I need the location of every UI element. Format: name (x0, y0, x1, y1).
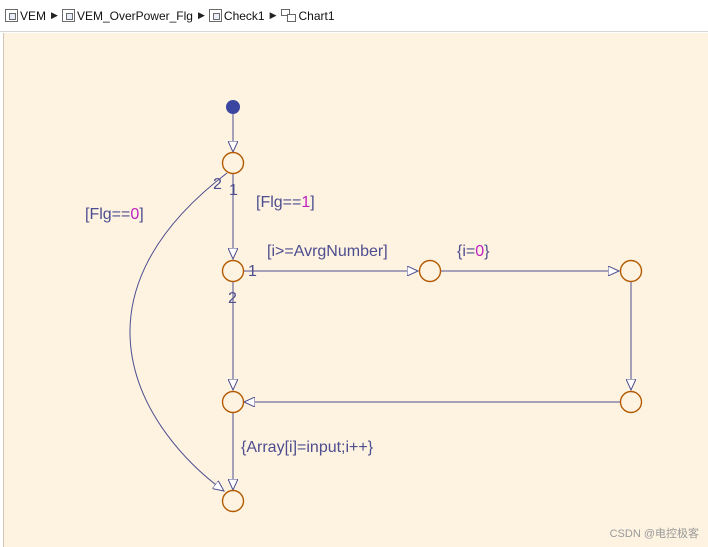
breadcrumb: VEM ▶ VEM_OverPower_Flg ▶ Check1 ▶ Chart… (0, 0, 708, 32)
chevron-right-icon: ▶ (197, 10, 205, 20)
junction-3[interactable] (418, 259, 442, 283)
condition-flg-eq-1[interactable]: [Flg==1] (256, 194, 315, 211)
action-i-eq-0[interactable]: {i=0} (457, 243, 490, 260)
priority-label: 2 (213, 176, 222, 193)
stateflow-diagram: 2 1 1 2 [Flg==0] [Flg==1] [i>=AvrgNumber… (85, 100, 643, 513)
chart-icon (280, 9, 297, 22)
junction-4[interactable] (619, 259, 643, 283)
label-part: 1 (301, 194, 310, 211)
label-part: 0 (130, 206, 139, 223)
breadcrumb-label: Check1 (223, 8, 265, 23)
junction-1[interactable] (221, 151, 245, 175)
action-array-assign[interactable]: {Array[i]=input;i++} (241, 439, 374, 456)
junction-6[interactable] (221, 489, 245, 513)
chevron-right-icon: ▶ (269, 10, 277, 20)
breadcrumb-label: VEM_OverPower_Flg (76, 8, 193, 23)
subsystem-icon (208, 9, 222, 22)
default-transition-dot[interactable] (226, 100, 240, 114)
breadcrumb-label: VEM (20, 8, 47, 23)
label-part: [Flg== (85, 206, 130, 223)
label-part: [Flg== (256, 194, 301, 211)
label-part: ] (310, 194, 314, 211)
breadcrumb-item-check1[interactable]: Check1 (208, 8, 265, 23)
chart-canvas[interactable]: 2 1 1 2 [Flg==0] [Flg==1] [i>=AvrgNumber… (3, 33, 708, 547)
priority-label: 1 (248, 263, 257, 280)
breadcrumb-item-vem-overpower-flg[interactable]: VEM_OverPower_Flg (61, 8, 193, 23)
priority-label: 1 (229, 182, 238, 199)
priority-label: 2 (228, 290, 237, 307)
condition-flg-eq-0[interactable]: [Flg==0] (85, 206, 144, 223)
label-part: 0 (475, 243, 484, 260)
junction-5[interactable] (619, 390, 643, 414)
label-part: } (484, 243, 490, 260)
junction-7[interactable] (221, 390, 245, 414)
label-part: ] (139, 206, 143, 223)
transition-j1-j6[interactable] (129, 172, 228, 491)
breadcrumb-item-chart1[interactable]: Chart1 (280, 8, 335, 23)
label-part: {i= (457, 243, 475, 260)
breadcrumb-item-vem[interactable]: VEM (5, 9, 46, 23)
chevron-right-icon: ▶ (51, 10, 58, 20)
subsystem-icon (61, 9, 75, 22)
breadcrumb-label: Chart1 (298, 8, 335, 23)
condition-i-ge-avrgnumber[interactable]: [i>=AvrgNumber] (267, 243, 388, 260)
subsystem-icon (5, 9, 18, 22)
junction-2[interactable] (221, 259, 245, 283)
watermark: CSDN @电控极客 (609, 528, 699, 540)
